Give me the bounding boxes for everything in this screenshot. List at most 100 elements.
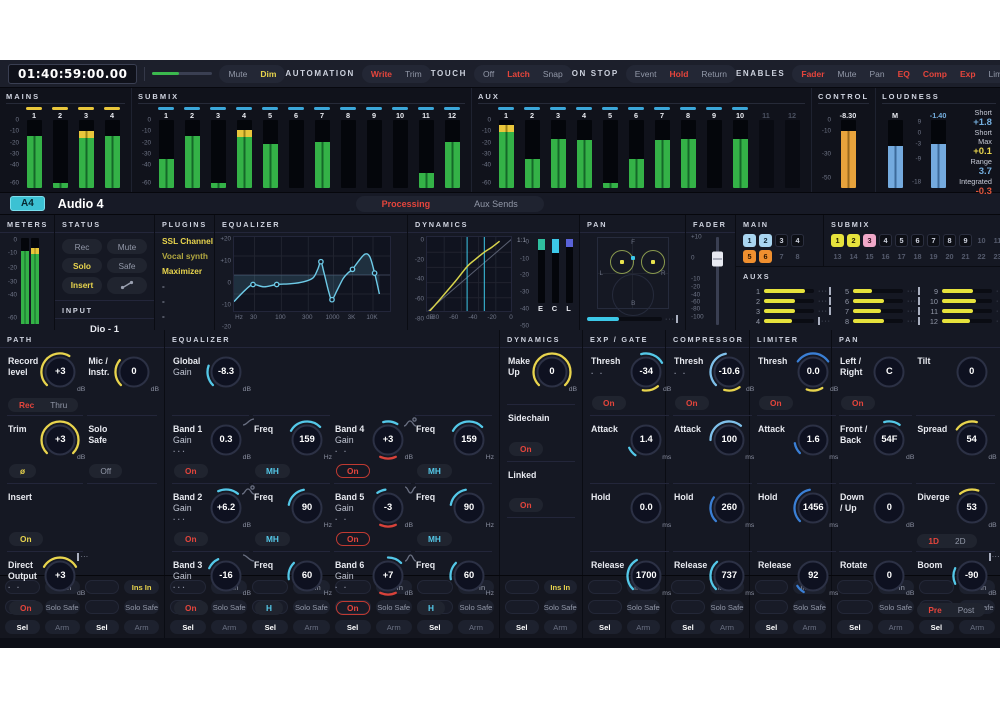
aux-level-bar[interactable]	[853, 299, 903, 303]
pre-button[interactable]: Pre	[920, 605, 949, 615]
on-button[interactable]: On	[509, 498, 543, 512]
arm-button[interactable]: Arm	[959, 620, 995, 634]
meter-select-bar[interactable]	[52, 107, 68, 110]
release-knob[interactable]: 92ms	[791, 556, 835, 600]
aux-level-bar[interactable]	[764, 289, 814, 293]
on-button[interactable]: On	[9, 601, 43, 615]
sel-button[interactable]: Sel	[252, 620, 288, 634]
automation-trim-button[interactable]: Trim	[399, 67, 428, 81]
on-button[interactable]: On	[336, 532, 370, 546]
release-knob[interactable]: 737ms	[707, 556, 751, 600]
arm-button[interactable]: Arm	[710, 620, 744, 634]
meter-select-bar[interactable]	[444, 107, 460, 110]
freq-knob[interactable]: 90Hz	[447, 488, 491, 532]
meter-select-bar[interactable]	[392, 107, 408, 110]
spread-knob[interactable]: 54dB	[950, 420, 994, 464]
ins-in-button[interactable]: Ins In	[124, 580, 159, 594]
rec-button[interactable]: Rec	[62, 239, 102, 254]
touch-snap-button[interactable]: Snap	[537, 67, 569, 81]
left-speaker-icon[interactable]	[610, 250, 634, 274]
on-button[interactable]: On	[592, 396, 626, 410]
x-button[interactable]: ø	[9, 464, 36, 478]
assign-cell-20[interactable]: 20	[943, 250, 956, 263]
assign-cell-6[interactable]: 6	[911, 234, 924, 247]
arm-button[interactable]: Arm	[45, 620, 80, 634]
meter-select-bar[interactable]	[314, 107, 330, 110]
2d-button[interactable]: 2D	[947, 536, 974, 546]
meter-select-bar[interactable]	[78, 107, 94, 110]
direct-output-knob[interactable]: +3dB···	[38, 556, 82, 600]
automation-write-button[interactable]: Write	[365, 67, 398, 81]
meter-select-bar[interactable]	[628, 107, 644, 110]
hold-knob[interactable]: 0.0ms	[624, 488, 668, 532]
tab-processing[interactable]: Processing	[360, 198, 453, 210]
sel-button[interactable]: Sel	[671, 620, 705, 634]
band-4-knob[interactable]: +3dB	[366, 420, 410, 464]
assign-cell-1[interactable]: 1	[831, 234, 844, 247]
on-button[interactable]: On	[509, 442, 543, 456]
freq-knob[interactable]: 159Hz	[447, 420, 491, 464]
meter-select-bar[interactable]	[210, 107, 226, 110]
plugin-slot[interactable]: -	[155, 308, 214, 323]
plugin-slot[interactable]: -	[155, 278, 214, 293]
on-button[interactable]: On	[841, 396, 875, 410]
pan-depth-slider[interactable]: ···	[587, 315, 678, 323]
sel-button[interactable]: Sel	[755, 620, 788, 634]
pan-position-dot[interactable]	[631, 256, 635, 260]
thresh-knob[interactable]: 0.0dB	[791, 352, 835, 396]
meter-select-bar[interactable]	[576, 107, 592, 110]
mh-button[interactable]: MH	[417, 532, 452, 546]
assign-cell-11[interactable]: 11	[991, 234, 1000, 247]
solo-button[interactable]: Solo	[62, 258, 102, 273]
trim-knob[interactable]: +3dB	[38, 420, 82, 464]
sel-button[interactable]: Sel	[588, 620, 622, 634]
arm-button[interactable]: Arm	[793, 620, 826, 634]
h-button[interactable]: H	[417, 601, 445, 615]
assign-cell-1[interactable]: 1	[743, 234, 756, 247]
rec-button[interactable]: Rec	[11, 400, 42, 410]
safe-button[interactable]: Safe	[107, 258, 147, 273]
arm-button[interactable]: Arm	[293, 620, 329, 634]
down-up-knob[interactable]: 0dB	[867, 488, 911, 532]
front-back-knob[interactable]: 54FdB	[867, 420, 911, 464]
on-button[interactable]: On	[759, 396, 793, 410]
band-2-knob[interactable]: +6.2dB	[204, 488, 248, 532]
hold-knob[interactable]: 1456ms	[791, 488, 835, 532]
sel-button[interactable]: Sel	[417, 620, 453, 634]
arm-button[interactable]: Arm	[376, 620, 412, 634]
meter-select-bar[interactable]	[288, 107, 304, 110]
meter-select-bar[interactable]	[550, 107, 566, 110]
plugin-slot[interactable]: Maximizer	[155, 263, 214, 278]
meter-select-bar[interactable]	[26, 107, 42, 110]
mh-button[interactable]: MH	[255, 464, 290, 478]
aux-level-bar[interactable]	[853, 319, 903, 323]
sel-button[interactable]: Sel	[170, 620, 206, 634]
mh-button[interactable]: MH	[255, 532, 290, 546]
assign-cell-7[interactable]: 7	[927, 234, 940, 247]
meter-select-bar[interactable]	[758, 107, 774, 110]
on-stop-hold-button[interactable]: Hold	[664, 67, 695, 81]
aux-level-bar[interactable]	[764, 319, 814, 323]
freq-knob[interactable]: 159Hz	[285, 420, 329, 464]
arm-button[interactable]: Arm	[627, 620, 661, 634]
solo-safe-button[interactable]: Solo Safe	[124, 600, 159, 614]
meter-select-bar[interactable]	[418, 107, 434, 110]
monitor-level-slider[interactable]	[152, 72, 212, 75]
plugin-slot[interactable]: Vocal synth	[155, 248, 214, 263]
enables-eq-button[interactable]: EQ	[892, 67, 916, 81]
meter-select-bar[interactable]	[706, 107, 722, 110]
blank-button[interactable]	[85, 600, 120, 614]
global-knob[interactable]: -8.3dB	[204, 352, 248, 396]
assign-cell-13[interactable]: 13	[831, 250, 844, 263]
meter-select-bar[interactable]	[602, 107, 618, 110]
arm-button[interactable]: Arm	[544, 620, 578, 634]
attack-knob[interactable]: 1.6ms	[791, 420, 835, 464]
sel-button[interactable]: Sel	[919, 620, 955, 634]
freq-knob[interactable]: 60Hz	[285, 556, 329, 600]
sel-button[interactable]: Sel	[5, 620, 40, 634]
1d-button[interactable]: 1D	[920, 536, 947, 546]
mute-button[interactable]: Mute	[107, 239, 147, 254]
meter-select-bar[interactable]	[184, 107, 200, 110]
arm-button[interactable]: Arm	[124, 620, 159, 634]
touch-off-button[interactable]: Off	[477, 67, 500, 81]
